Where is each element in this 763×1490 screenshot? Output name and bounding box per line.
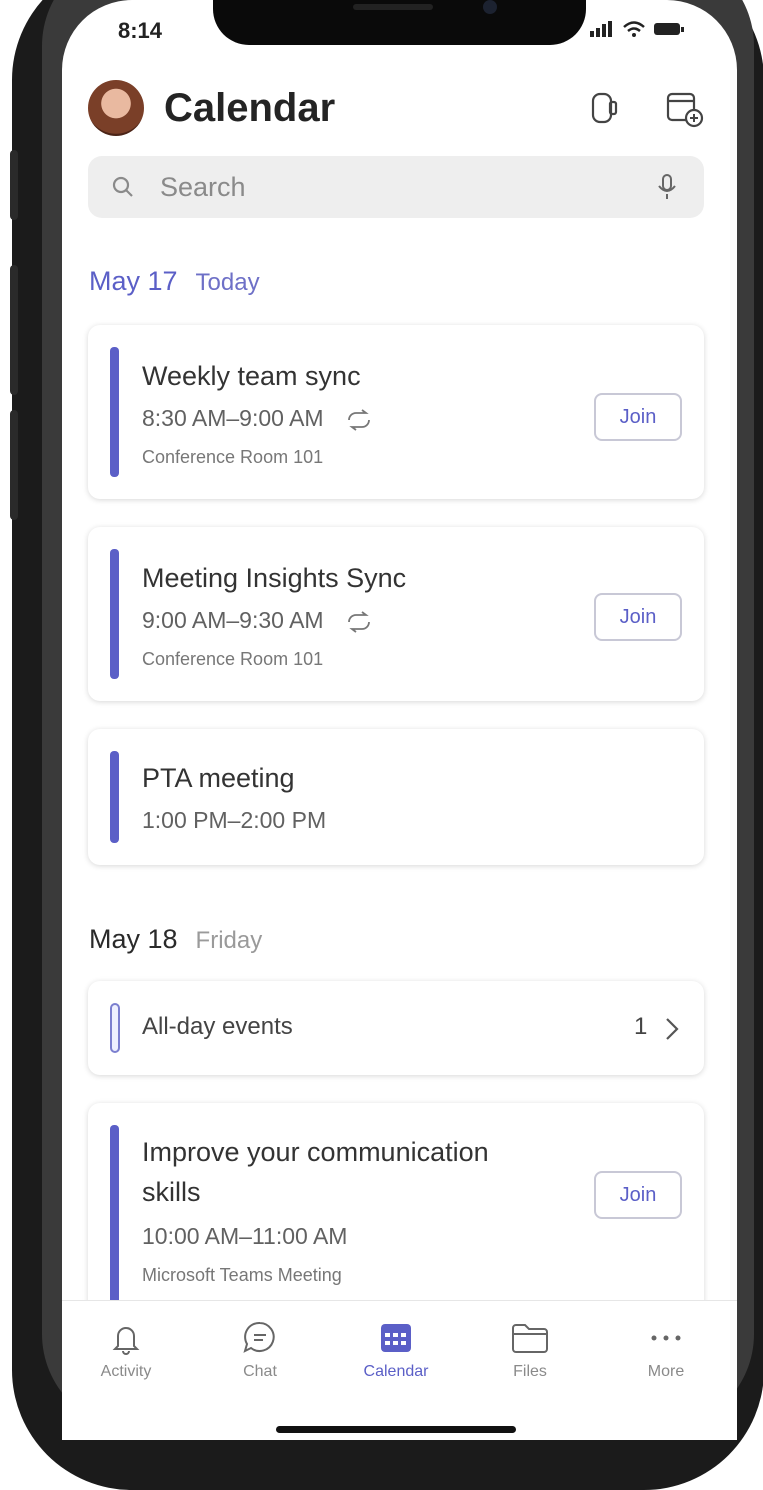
event-time-row: 9:00 AM–9:30 AM: [142, 607, 374, 634]
event-color-bar: [110, 347, 119, 477]
tab-label: More: [647, 1363, 685, 1380]
event-title-line-2: skills: [142, 1177, 201, 1207]
recurring-icon: [348, 409, 370, 431]
tab-calendar[interactable]: Calendar: [346, 1317, 446, 1381]
tab-label: Calendar: [363, 1363, 429, 1380]
phone-side-button: [10, 150, 18, 220]
status-indicators: [590, 18, 690, 44]
event-title: PTA meeting: [142, 763, 295, 793]
page-title: Calendar: [164, 86, 336, 130]
tab-chat[interactable]: Chat: [210, 1317, 310, 1381]
event-card[interactable]: PTA meeting 1:00 PM–2:00 PM: [88, 729, 704, 865]
event-time: 8:30 AM–9:00 AM: [142, 405, 324, 431]
event-time: 1:00 PM–2:00 PM: [142, 807, 327, 833]
join-button[interactable]: Join: [594, 1171, 682, 1219]
event-time: 9:00 AM–9:30 AM: [142, 607, 324, 633]
tab-label: Files: [513, 1363, 547, 1380]
meet-now-icon[interactable]: [586, 88, 622, 128]
recurring-icon: [348, 611, 370, 633]
event-location: Conference Room 101: [142, 649, 324, 669]
event-title: Meeting Insights Sync: [142, 563, 407, 593]
event-location: Microsoft Teams Meeting: [142, 1265, 342, 1285]
join-button[interactable]: Join: [594, 393, 682, 441]
tab-activity[interactable]: Activity: [76, 1317, 176, 1381]
avatar[interactable]: [88, 80, 144, 136]
event-location: Conference Room 101: [142, 447, 324, 467]
new-event-icon[interactable]: [665, 88, 704, 128]
phone-notch: [213, 0, 586, 45]
phone-volume-down-button: [10, 410, 18, 520]
bottom-tab-bar: Activity Chat Calendar Files More: [62, 1300, 737, 1440]
phone-volume-up-button: [10, 265, 18, 395]
search-icon: [112, 176, 133, 197]
event-card[interactable]: Weekly team sync 8:30 AM–9:00 AM Confere…: [88, 325, 704, 499]
event-title: Weekly team sync: [142, 361, 361, 391]
tab-files[interactable]: Files: [480, 1317, 580, 1381]
day-label: Friday: [195, 927, 263, 954]
join-button[interactable]: Join: [594, 593, 682, 641]
notch-camera: [483, 0, 497, 14]
bell-icon: [112, 1327, 140, 1355]
event-color-bar: [110, 751, 119, 843]
notch-speaker: [353, 4, 433, 10]
phone-frame: 8:14 Calendar Search May 17 Today Weekly…: [0, 0, 763, 1490]
tab-label: Chat: [243, 1363, 277, 1380]
day-heading-today: May 17 Today: [89, 266, 260, 297]
search-input[interactable]: Search: [160, 172, 246, 203]
all-day-count: 1: [634, 1013, 648, 1040]
chat-icon: [243, 1321, 275, 1353]
home-indicator[interactable]: [276, 1426, 516, 1433]
chevron-right-icon: [666, 1018, 679, 1040]
all-day-label: All-day events: [142, 1013, 293, 1040]
day-label: Today: [195, 269, 260, 296]
event-color-bar: [110, 549, 119, 679]
tab-more[interactable]: More: [616, 1317, 716, 1381]
tab-label: Activity: [100, 1363, 152, 1380]
day-date: May 18: [89, 924, 178, 954]
day-heading-friday: May 18 Friday: [89, 924, 262, 955]
search-bar[interactable]: Search: [88, 156, 704, 218]
all-day-events-row[interactable]: All-day events 1: [88, 981, 704, 1075]
more-icon: [651, 1335, 681, 1341]
event-title-line-1: Improve your communication: [142, 1137, 489, 1167]
event-card[interactable]: Improve your communication skills 10:00 …: [88, 1103, 704, 1333]
event-time: 10:00 AM–11:00 AM: [142, 1223, 348, 1249]
event-card[interactable]: Meeting Insights Sync 9:00 AM–9:30 AM Co…: [88, 527, 704, 701]
signal-wifi-battery-icon: [590, 21, 684, 37]
calendar-icon: [381, 1324, 411, 1352]
event-color-bar: [110, 1125, 119, 1325]
status-time: 8:14: [118, 18, 163, 43]
event-time-row: 8:30 AM–9:00 AM: [142, 405, 374, 432]
day-date: May 17: [89, 266, 178, 296]
folder-icon: [512, 1324, 548, 1353]
all-day-color-bar: [110, 1003, 120, 1053]
microphone-icon[interactable]: [654, 172, 680, 202]
